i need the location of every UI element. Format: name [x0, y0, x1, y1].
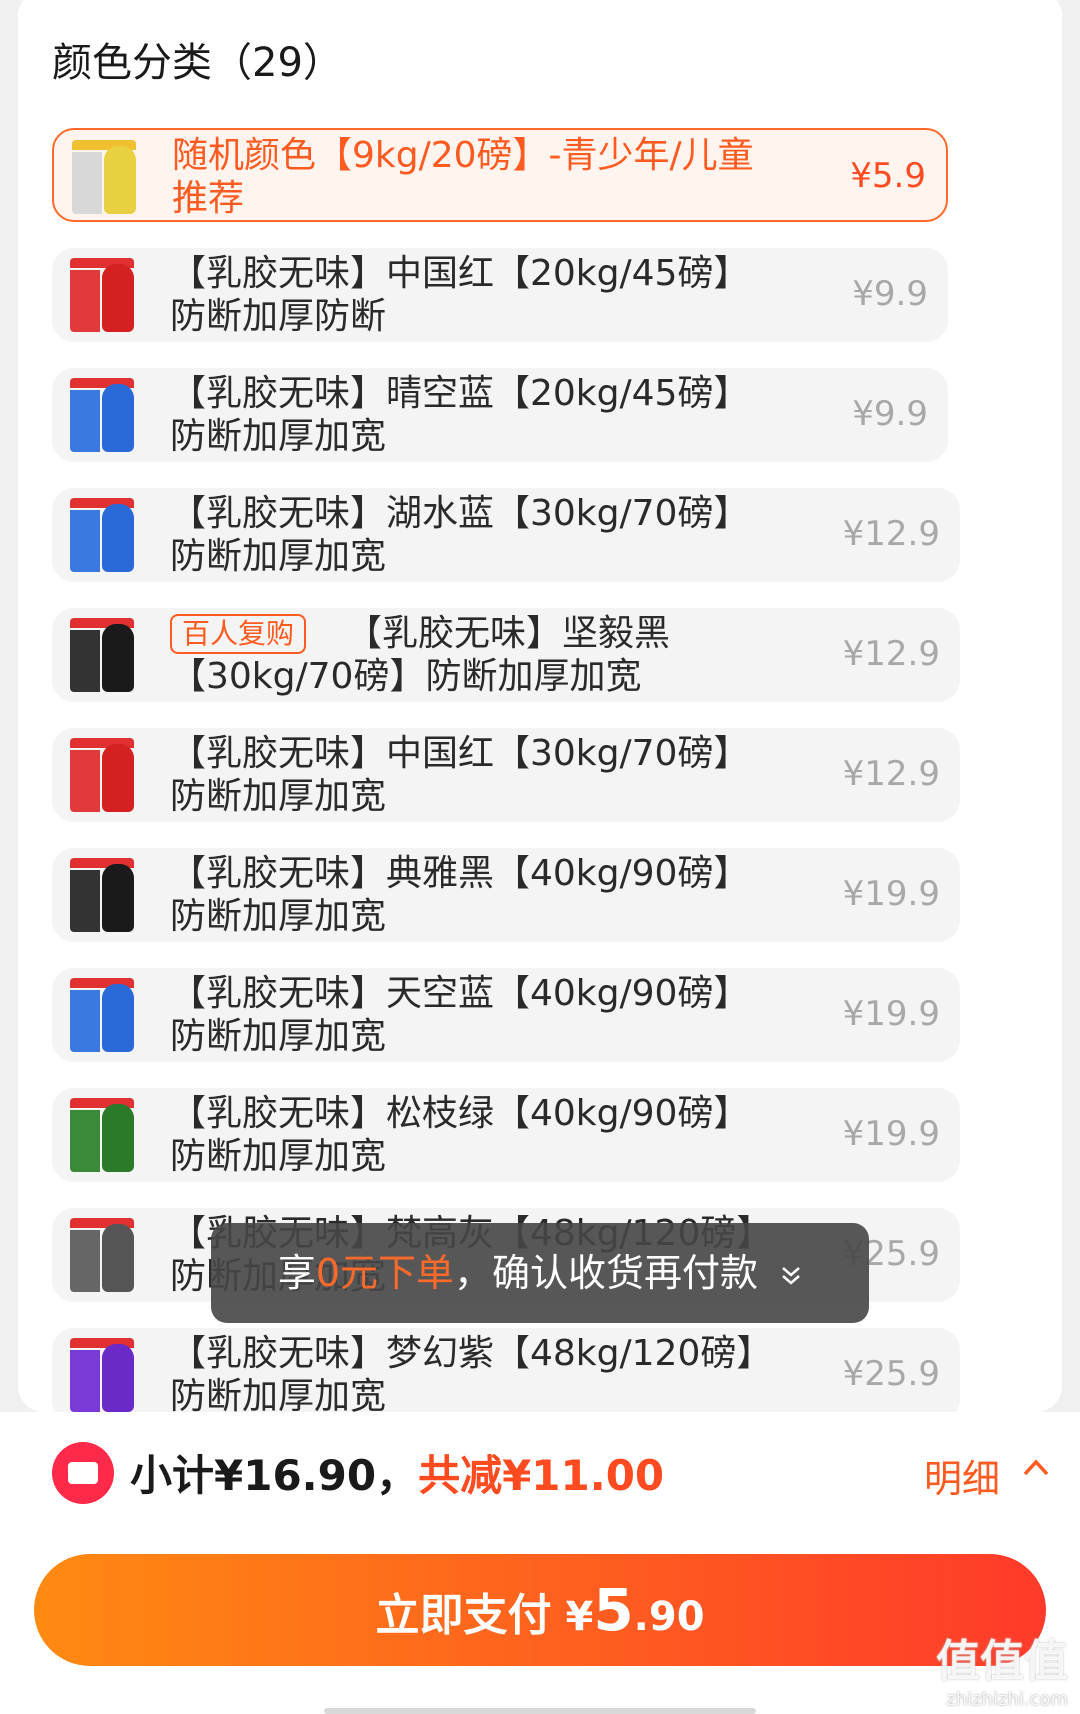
sku-option[interactable]: 【乳胶无味】中国红【20kg/45磅】防断加厚防断 ¥9.9 [52, 248, 948, 342]
toast-highlight: 0元下单 [315, 1251, 455, 1295]
product-thumbnail [70, 378, 134, 452]
sku-option[interactable]: 【乳胶无味】松枝绿【40kg/90磅】防断加厚加宽 ¥19.9 [52, 1088, 960, 1182]
option-price: ¥12.9 [842, 514, 940, 554]
option-label: 【乳胶无味】天空蓝【40kg/90磅】防断加厚加宽 [170, 972, 770, 1058]
product-thumbnail [70, 738, 134, 812]
option-label-text: 【乳胶无味】天空蓝【40kg/90磅】防断加厚加宽 [170, 973, 750, 1057]
product-thumbnail [70, 258, 134, 332]
sku-option[interactable]: 【乳胶无味】中国红【30kg/70磅】防断加厚加宽 ¥12.9 [52, 728, 960, 822]
detail-button[interactable]: 明细 [924, 1448, 1000, 1503]
watermark-sub: zhizhizhi.com [946, 1689, 1068, 1710]
option-price: ¥19.9 [842, 874, 940, 914]
subtotal: 小计¥16.90，共减¥11.00 [130, 1442, 664, 1503]
option-label: 随机颜色【9kg/20磅】-青少年/儿童推荐 [172, 134, 772, 220]
option-label: 【乳胶无味】梦幻紫【48kg/120磅】防断加厚加宽 [170, 1332, 770, 1418]
product-thumbnail [72, 140, 136, 214]
option-label: 百人复购 【乳胶无味】坚毅黑【30kg/70磅】防断加厚加宽 [170, 612, 770, 698]
pay-currency: ¥ [565, 1594, 594, 1640]
sku-option[interactable]: 【乳胶无味】典雅黑【40kg/90磅】防断加厚加宽 ¥19.9 [52, 848, 960, 942]
product-thumbnail [70, 1218, 134, 1292]
chevron-down-double-icon [782, 1266, 800, 1285]
product-thumbnail [70, 1098, 134, 1172]
option-label: 【乳胶无味】湖水蓝【30kg/70磅】防断加厚加宽 [170, 492, 770, 578]
coupon-icon [52, 1442, 114, 1504]
toast-suffix: ，确认收货再付款 [454, 1251, 759, 1295]
discount-text: 共减¥11.00 [418, 1451, 665, 1500]
home-indicator[interactable] [324, 1708, 756, 1714]
sku-option[interactable]: 【乳胶无味】湖水蓝【30kg/70磅】防断加厚加宽 ¥12.9 [52, 488, 960, 582]
repurchase-badge: 百人复购 [170, 614, 307, 654]
subtotal-text: 小计¥16.90， [130, 1451, 419, 1500]
option-label-text: 【乳胶无味】中国红【30kg/70磅】防断加厚加宽 [170, 733, 750, 817]
option-label-text: 【乳胶无味】湖水蓝【30kg/70磅】防断加厚加宽 [170, 493, 750, 577]
option-label-text: 【乳胶无味】中国红【20kg/45磅】防断加厚防断 [170, 253, 750, 337]
option-label-text: 【乳胶无味】松枝绿【40kg/90磅】防断加厚加宽 [170, 1093, 750, 1177]
option-price: ¥9.9 [852, 274, 928, 314]
option-price: ¥12.9 [842, 754, 940, 794]
sku-option[interactable]: 【乳胶无味】晴空蓝【20kg/45磅】防断加厚加宽 ¥9.9 [52, 368, 948, 462]
chevron-up-icon[interactable] [1022, 1454, 1050, 1482]
option-label: 【乳胶无味】中国红【20kg/45磅】防断加厚防断 [170, 252, 770, 338]
option-price: ¥19.9 [842, 1114, 940, 1154]
product-thumbnail [70, 858, 134, 932]
pay-label: 立即支付 [375, 1590, 552, 1641]
pay-now-button[interactable]: 立即支付 ¥5.90 [34, 1554, 1046, 1666]
sku-option[interactable]: 百人复购 【乳胶无味】坚毅黑【30kg/70磅】防断加厚加宽 ¥12.9 [52, 608, 960, 702]
toast-prefix: 享 [277, 1251, 316, 1295]
option-label-text: 【乳胶无味】晴空蓝【20kg/45磅】防断加厚加宽 [170, 373, 750, 457]
option-label: 【乳胶无味】中国红【30kg/70磅】防断加厚加宽 [170, 732, 770, 818]
sku-option[interactable]: 【乳胶无味】天空蓝【40kg/90磅】防断加厚加宽 ¥19.9 [52, 968, 960, 1062]
option-price: ¥25.9 [842, 1354, 940, 1394]
option-label: 【乳胶无味】松枝绿【40kg/90磅】防断加厚加宽 [170, 1092, 770, 1178]
option-price: ¥12.9 [842, 634, 940, 674]
sku-option[interactable]: 随机颜色【9kg/20磅】-青少年/儿童推荐 ¥5.9 [52, 128, 948, 222]
product-thumbnail [70, 978, 134, 1052]
option-price: ¥9.9 [852, 394, 928, 434]
pay-amount-dec: .90 [633, 1594, 705, 1640]
option-price: ¥19.9 [842, 994, 940, 1034]
product-thumbnail [70, 618, 134, 692]
product-thumbnail [70, 1338, 134, 1412]
option-price: ¥5.9 [850, 156, 926, 196]
option-label: 【乳胶无味】晴空蓝【20kg/45磅】防断加厚加宽 [170, 372, 770, 458]
option-label: 【乳胶无味】典雅黑【40kg/90磅】防断加厚加宽 [170, 852, 770, 938]
pay-amount-int: 5 [593, 1576, 634, 1644]
footer-bar: 小计¥16.90，共减¥11.00 明细 立即支付 ¥5.90 [0, 1412, 1080, 1714]
toast: 享0元下单，确认收货再付款 [211, 1223, 869, 1323]
section-title: 颜色分类（29） [52, 40, 343, 86]
watermark-logo: 值值值 zhizhizhi.com [936, 1625, 1068, 1710]
sku-option[interactable]: 【乳胶无味】梦幻紫【48kg/120磅】防断加厚加宽 ¥25.9 [52, 1328, 960, 1422]
watermark-main: 值值值 [936, 1636, 1068, 1687]
option-label-text: 【乳胶无味】典雅黑【40kg/90磅】防断加厚加宽 [170, 853, 750, 937]
option-label-text: 【乳胶无味】梦幻紫【48kg/120磅】防断加厚加宽 [170, 1333, 755, 1417]
product-thumbnail [70, 498, 134, 572]
option-label-text: 随机颜色【9kg/20磅】-青少年/儿童推荐 [172, 135, 754, 219]
